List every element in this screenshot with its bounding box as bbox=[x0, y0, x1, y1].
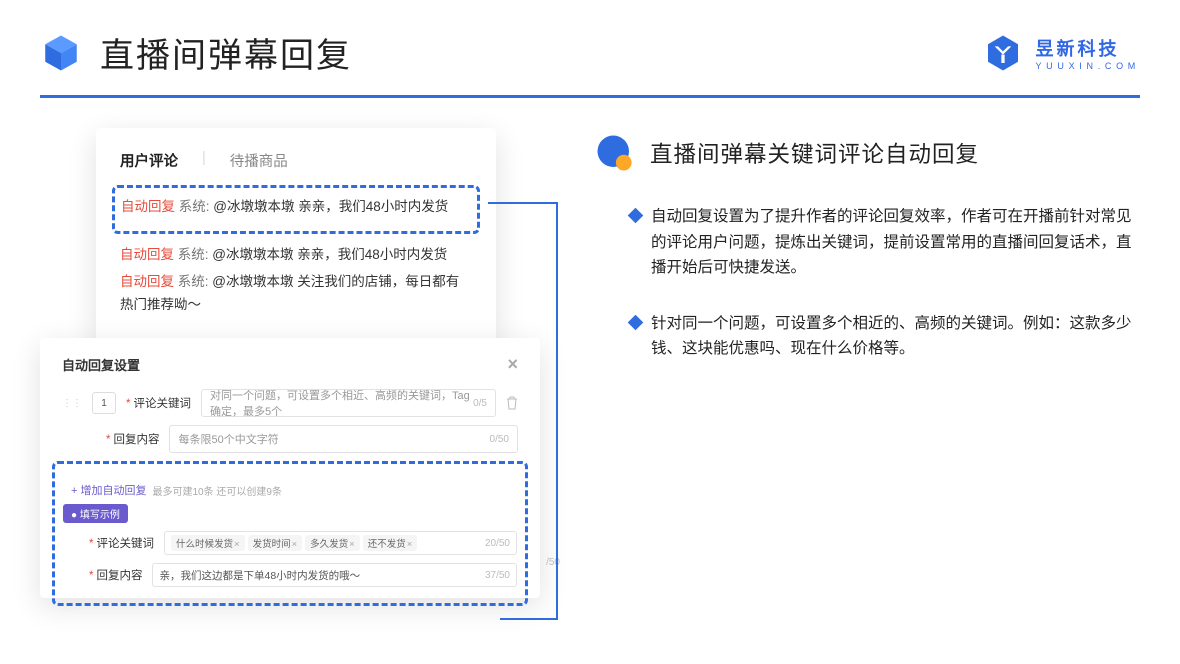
highlighted-comment-box: 自动回复 系统: @冰墩墩本墩 亲亲，我们48小时内发货 bbox=[112, 185, 480, 234]
auto-reply-tag: 自动回复 bbox=[121, 199, 175, 214]
keyword-count: 0/5 bbox=[473, 398, 487, 409]
chat-bubble-icon bbox=[594, 132, 636, 174]
ex-content-label: *回复内容 bbox=[89, 567, 142, 583]
form-row-keyword: ⋮⋮ 1 *评论关键词 对同一个问题，可设置多个相近、高频的关键词，Tag确定，… bbox=[62, 389, 518, 417]
comment-row: 自动回复 系统: @冰墩墩本墩 亲亲，我们48小时内发货 bbox=[121, 196, 471, 219]
content-placeholder: 每条限50个中文字符 bbox=[178, 431, 278, 447]
comments-card: 用户评论 | 待播商品 自动回复 系统: @冰墩墩本墩 亲亲，我们48小时内发货… bbox=[96, 128, 496, 348]
modal-title: 自动回复设置 bbox=[62, 355, 140, 374]
auto-reply-tag: 自动回复 bbox=[120, 274, 174, 289]
page-title: 直播间弹幕回复 bbox=[100, 28, 352, 77]
connector-line bbox=[556, 202, 558, 620]
close-icon[interactable]: × bbox=[507, 354, 518, 375]
example-badge: ● 填写示例 bbox=[63, 504, 128, 523]
connector-line bbox=[488, 202, 558, 204]
bullet-item: 针对同一个问题，可设置多个相近的、高频的关键词。例如：这款多少钱、这块能优惠吗、… bbox=[600, 311, 1140, 362]
content-count: 0/50 bbox=[490, 434, 509, 445]
order-number: 1 bbox=[92, 392, 116, 414]
comment-text: @冰墩墩本墩 亲亲，我们48小时内发货 bbox=[213, 199, 448, 214]
example-content-row: *回复内容 亲，我们这边都是下单48小时内发货的哦～ 37/50 bbox=[89, 563, 517, 587]
tab-pending-goods[interactable]: 待播商品 bbox=[230, 150, 288, 171]
keyword-tag[interactable]: 发货时间× bbox=[248, 535, 303, 551]
ex-ct-count: 37/50 bbox=[485, 570, 510, 581]
bullet-item: 自动回复设置为了提升作者的评论回复效率，作者可在开播前针对常见的评论用户问题，提… bbox=[600, 204, 1140, 281]
content-input[interactable]: 每条限50个中文字符 0/50 bbox=[169, 425, 518, 453]
add-hint: 最多可建10条 还可以创建9条 bbox=[152, 483, 281, 498]
screenshot-composite: 用户评论 | 待播商品 自动回复 系统: @冰墩墩本墩 亲亲，我们48小时内发货… bbox=[40, 128, 560, 618]
cube-icon bbox=[40, 32, 82, 74]
comment-text: @冰墩墩本墩 亲亲，我们48小时内发货 bbox=[212, 247, 447, 262]
example-keyword-row: *评论关键词 什么时候发货× 发货时间× 多久发货× 还不发货× 20/50 bbox=[89, 531, 517, 555]
auto-reply-settings-card: 自动回复设置 × ⋮⋮ 1 *评论关键词 对同一个问题，可设置多个相近、高频的关… bbox=[40, 338, 540, 598]
system-label: 系统: bbox=[178, 274, 209, 289]
header-left: 直播间弹幕回复 bbox=[40, 28, 352, 77]
ex-kw-count: 20/50 bbox=[485, 538, 510, 549]
page-header: 直播间弹幕回复 昱新科技 YUUXIN.COM bbox=[0, 0, 1180, 95]
ex-content-text: 亲，我们这边都是下单48小时内发货的哦～ bbox=[159, 568, 360, 583]
brand-block: 昱新科技 YUUXIN.COM bbox=[983, 33, 1140, 73]
comment-row: 自动回复 系统: @冰墩墩本墩 关注我们的店铺，每日都有热门推荐呦～ bbox=[120, 271, 472, 317]
system-label: 系统: bbox=[179, 199, 210, 214]
keyword-tag[interactable]: 还不发货× bbox=[363, 535, 418, 551]
drag-handle-icon[interactable]: ⋮⋮ bbox=[62, 398, 82, 409]
ex-keyword-input[interactable]: 什么时候发货× 发货时间× 多久发货× 还不发货× 20/50 bbox=[164, 531, 517, 555]
section-title: 直播间弹幕关键词评论自动回复 bbox=[650, 137, 979, 169]
keyword-label: *评论关键词 bbox=[126, 395, 191, 411]
system-label: 系统: bbox=[178, 247, 209, 262]
card-tabs: 用户评论 | 待播商品 bbox=[120, 150, 472, 171]
brand-hex-icon bbox=[983, 33, 1023, 73]
ex-content-input[interactable]: 亲，我们这边都是下单48小时内发货的哦～ 37/50 bbox=[152, 563, 517, 587]
tab-divider: | bbox=[202, 150, 206, 171]
brand-name: 昱新科技 bbox=[1035, 35, 1140, 61]
diamond-bullet-icon bbox=[628, 208, 644, 224]
diamond-bullet-icon bbox=[628, 314, 644, 330]
keyword-tag[interactable]: 多久发货× bbox=[305, 535, 360, 551]
bullet-text: 针对同一个问题，可设置多个相近的、高频的关键词。例如：这款多少钱、这块能优惠吗、… bbox=[651, 311, 1140, 362]
trash-icon[interactable] bbox=[506, 396, 518, 410]
auto-reply-tag: 自动回复 bbox=[120, 247, 174, 262]
form-row-content: *回复内容 每条限50个中文字符 0/50 bbox=[106, 425, 518, 453]
keyword-input[interactable]: 对同一个问题，可设置多个相近、高频的关键词，Tag确定，最多5个 0/5 bbox=[201, 389, 496, 417]
example-highlight-box: + 增加自动回复 最多可建10条 还可以创建9条 ● 填写示例 *评论关键词 什… bbox=[52, 461, 528, 606]
keyword-tag[interactable]: 什么时候发货× bbox=[171, 535, 245, 551]
tab-user-comments[interactable]: 用户评论 bbox=[120, 150, 178, 171]
keyword-placeholder: 对同一个问题，可设置多个相近、高频的关键词，Tag确定，最多5个 bbox=[210, 387, 473, 419]
description-pane: 直播间弹幕关键词评论自动回复 自动回复设置为了提升作者的评论回复效率，作者可在开… bbox=[600, 128, 1140, 618]
connector-line bbox=[500, 618, 558, 620]
content-label: *回复内容 bbox=[106, 431, 159, 447]
comment-row: 自动回复 系统: @冰墩墩本墩 亲亲，我们48小时内发货 bbox=[120, 244, 472, 267]
brand-url: YUUXIN.COM bbox=[1035, 61, 1140, 71]
add-auto-reply-link[interactable]: + 增加自动回复 最多可建10条 还可以创建9条 bbox=[71, 482, 517, 498]
bullet-text: 自动回复设置为了提升作者的评论回复效率，作者可在开播前针对常见的评论用户问题，提… bbox=[651, 204, 1140, 281]
modal-header: 自动回复设置 × bbox=[62, 354, 518, 375]
ex-keyword-label: *评论关键词 bbox=[89, 535, 154, 551]
section-title-row: 直播间弹幕关键词评论自动回复 bbox=[594, 132, 1140, 174]
